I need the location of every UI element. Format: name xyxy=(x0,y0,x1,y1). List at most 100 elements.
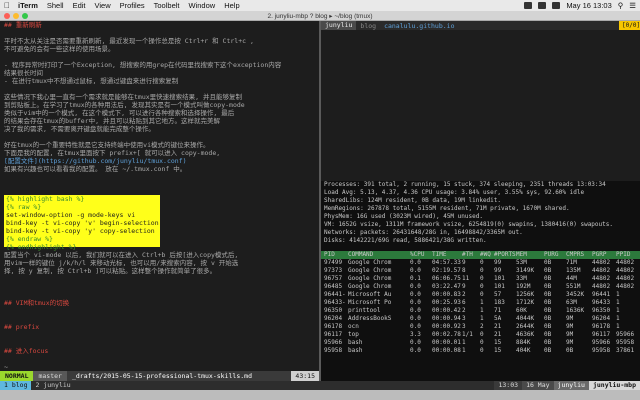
table-cell: 53M xyxy=(516,259,527,266)
tmux-host: junyliu-mbp xyxy=(588,381,640,390)
table-row[interactable]: 96433- Microsoft Po 0.0 00:25.936 1 183 1712K 0… xyxy=(321,299,640,307)
table-cell: 1 xyxy=(480,315,484,322)
column-header[interactable]: #TH xyxy=(462,251,480,259)
column-header[interactable]: TIME xyxy=(432,251,462,259)
table-row[interactable]: 96350 printtool 0.0 00:00.422 1 71 60K 0B 1636K 9… xyxy=(321,307,640,315)
table-row[interactable]: 95966 bash 0.0 00:00.011 0 15 884K 0B 9M 95966 959… xyxy=(321,339,640,347)
table-cell: 1 xyxy=(462,339,466,346)
table-cell: 96178 xyxy=(592,323,611,330)
summary-line: PhysMem: 16G used (3023M wired), 45M unu… xyxy=(324,213,483,220)
column-header[interactable]: PPID xyxy=(616,251,640,259)
table-cell: Microsoft Po xyxy=(348,299,392,306)
text-line xyxy=(0,339,319,347)
table-cell: 1 xyxy=(616,315,620,322)
table-cell: 0.0 xyxy=(410,307,421,314)
table-row[interactable]: 97373 Google Chrom 0.0 02:19.578 0 99 3149K 0B 1… xyxy=(321,267,640,275)
text-line xyxy=(0,331,319,339)
table-cell: 551M xyxy=(566,283,581,290)
vim-pane[interactable]: ## 重新刷新 平时不太从关注是否需要重新刷新, 最近发现一个操作总是按 Ctrl… xyxy=(0,21,319,381)
column-header[interactable]: CMPRS xyxy=(566,251,592,259)
tmux-date: 16 May xyxy=(522,381,554,390)
column-header[interactable]: %CPU xyxy=(410,251,432,259)
table-cell: 0.0 xyxy=(410,259,421,266)
column-header[interactable]: COMMAND xyxy=(348,251,410,259)
table-cell: 0B xyxy=(544,259,552,266)
menu-view[interactable]: View xyxy=(95,1,111,10)
close-window-icon[interactable] xyxy=(4,13,10,19)
menu-help[interactable]: Help xyxy=(224,1,239,10)
column-header[interactable]: #WQ xyxy=(480,251,494,259)
menubar-clock[interactable]: May 16 13:03 xyxy=(566,1,611,10)
search-icon[interactable]: ⚲ xyxy=(618,1,624,10)
text-line: 这些情况下我心里一直有一个需求就是能够在tmux里快速搜索结果, 并且能够复制 xyxy=(4,93,242,101)
table-cell: 1 xyxy=(616,299,620,306)
summary-line: Load Avg: 5.13, 4.37, 4.36 CPU usage: 3.… xyxy=(324,189,585,196)
column-header[interactable]: MEM xyxy=(516,251,544,259)
table-cell: 0B xyxy=(544,299,552,306)
table-cell: Google Chrom xyxy=(348,283,392,290)
table-cell: 96204 xyxy=(592,315,611,322)
table-cell: 96117 xyxy=(592,331,611,338)
table-cell: 71 xyxy=(494,307,502,314)
text-line: 好在tmux的一个重要特性就是它支持终端中使用vi模式的键位来操作。 xyxy=(4,141,210,149)
column-header[interactable]: #PORTS xyxy=(494,251,516,259)
menu-app-name[interactable]: iTerm xyxy=(18,1,38,10)
shell-pane[interactable]: junyliu blog canalulu.github.io [0/0] xyxy=(321,21,640,181)
text-line: 下面是我的配置, 在tmux里面按下 prefix+[ 就可以进入 copy-m… xyxy=(4,149,221,157)
zoom-window-icon[interactable] xyxy=(22,13,28,19)
table-cell: 00:00.42 xyxy=(432,307,461,314)
table-cell: 5A xyxy=(494,315,502,322)
top-pane[interactable]: Processes: 391 total, 2 running, 15 stuc… xyxy=(321,181,640,381)
table-cell: 2 xyxy=(480,323,484,330)
vim-mode: NORMAL xyxy=(0,371,34,381)
table-cell: 1636K xyxy=(566,307,585,314)
table-cell: 96204 xyxy=(324,315,343,322)
table-cell: 95958 xyxy=(324,347,343,354)
table-row[interactable]: 96757 Google Chrom 0.1 06:06.7511 0 101 33M 0B 4… xyxy=(321,275,640,283)
table-cell: 1/1 xyxy=(462,331,473,338)
code-line: {% highlight bash %} xyxy=(6,195,85,203)
table-cell: 4044K xyxy=(516,315,535,322)
column-header[interactable]: PGRP xyxy=(592,251,616,259)
menu-shell[interactable]: Shell xyxy=(47,1,64,10)
table-row[interactable]: 96178 ocn 0.0 00:00.923 2 21 2644K 0B 9M 96178 1 xyxy=(321,323,640,331)
battery-icon[interactable] xyxy=(538,2,547,9)
table-row[interactable]: 96441- Microsoft Au 0.0 00:00.832 0 57 1256K 0B… xyxy=(321,291,640,299)
wifi-icon[interactable] xyxy=(524,2,533,9)
table-cell: ocn xyxy=(348,323,359,330)
table-row[interactable]: 96204 AddressBookS 0.0 00:00.943 1 5A 4044K 0B 9… xyxy=(321,315,640,323)
minimize-window-icon[interactable] xyxy=(13,13,19,19)
menu-profiles[interactable]: Profiles xyxy=(120,1,145,10)
table-cell: 9 xyxy=(462,259,466,266)
table-cell: 9M xyxy=(566,323,574,330)
text-line: 到剪贴板上。在学习了tmux的各种用法后, 发现其实是有一个模式叫做copy-m… xyxy=(4,101,245,109)
code-line: bind-key -t vi-copy 'v' begin-selection xyxy=(6,219,159,227)
text-line xyxy=(0,355,319,363)
table-row[interactable]: 96485 Google Chrom 0.0 03:22.479 0 101 192M 0B 5… xyxy=(321,283,640,291)
text-line: ## VIM和tmux的切换 xyxy=(4,299,70,307)
volume-icon[interactable] xyxy=(552,2,561,9)
table-cell: 44802 xyxy=(616,267,635,274)
table-cell: Microsoft Au xyxy=(348,291,392,298)
table-cell: 0.1 xyxy=(410,275,421,282)
table-cell: 1 xyxy=(616,291,620,298)
text-line xyxy=(0,85,319,93)
tmux-window-junyliu[interactable]: 2 junyliu xyxy=(31,381,74,390)
apple-icon[interactable]:  xyxy=(4,1,10,10)
menu-toolbelt[interactable]: Toolbelt xyxy=(154,1,180,10)
text-line: - 在进行tmux中不想通过鼠标, 想通过键盘来进行搜索复制 xyxy=(4,77,179,85)
table-row[interactable]: 96117 top 3.3 00:02.781/1 0 21 4636K 0B 9M 96117 9… xyxy=(321,331,640,339)
column-header[interactable]: PURG xyxy=(544,251,566,259)
menu-window[interactable]: Window xyxy=(189,1,216,10)
table-row[interactable]: 95958 bash 0.0 00:00.081 0 15 404K 0B 0B 95958 378… xyxy=(321,347,640,355)
menu-edit[interactable]: Edit xyxy=(73,1,86,10)
table-cell: 44802 xyxy=(616,259,635,266)
column-header[interactable]: PID xyxy=(324,251,348,259)
list-icon[interactable]: ☰ xyxy=(629,1,636,10)
table-cell: 02:19.57 xyxy=(432,267,461,274)
table-cell: 03:22.47 xyxy=(432,283,461,290)
tmux-window-blog[interactable]: 1 blog xyxy=(0,381,32,390)
table-cell: 2644K xyxy=(516,323,535,330)
table-cell: 884K xyxy=(516,339,531,346)
table-row[interactable]: 97499 Google Chrom 0.0 04:57.339 0 99 53M 0B 71M… xyxy=(321,259,640,267)
